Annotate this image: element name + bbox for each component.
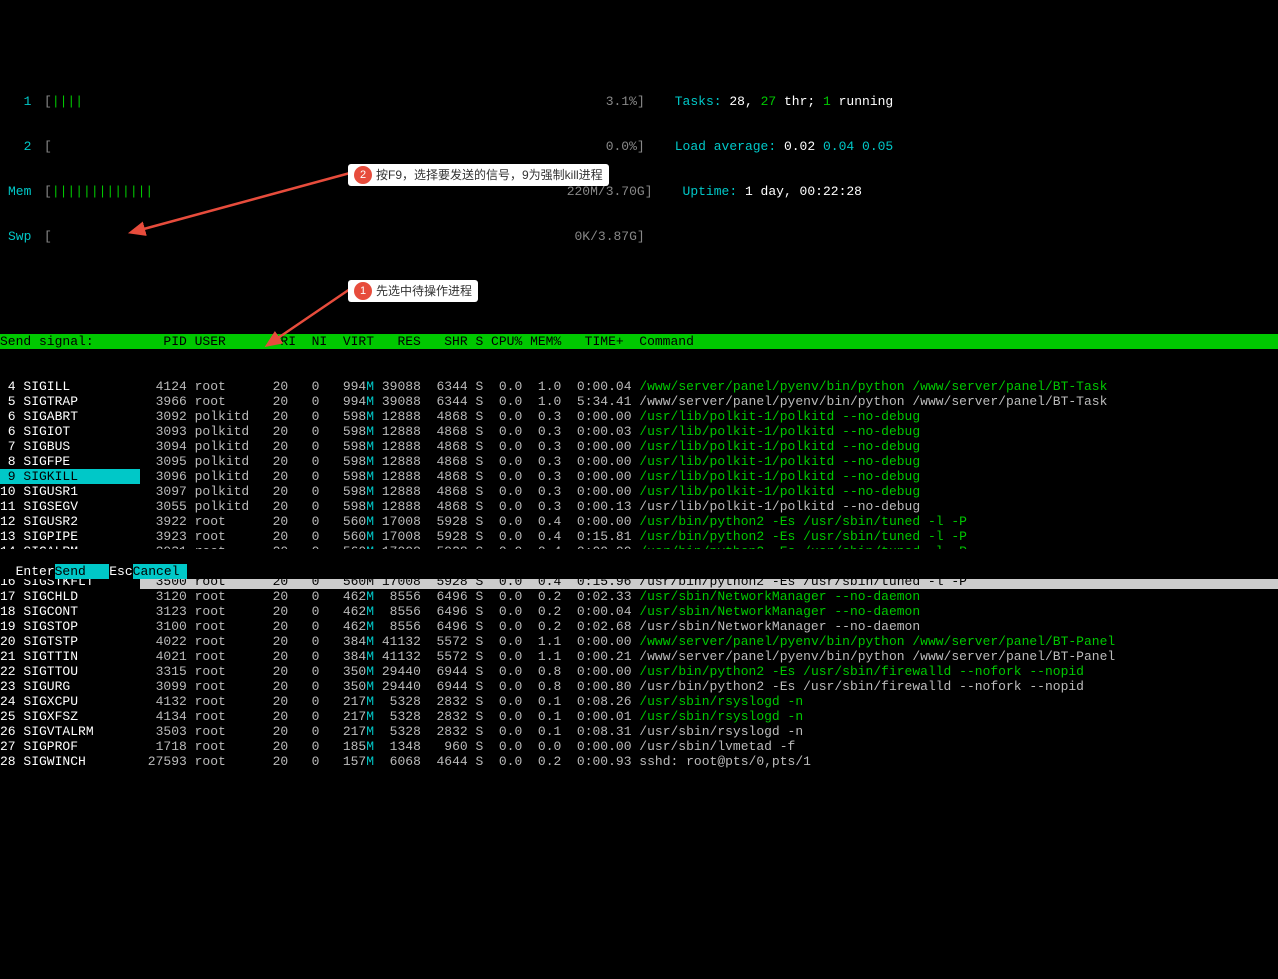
annotation-text: 先选中待操作进程	[376, 284, 472, 299]
process-cells: 3096 polkitd 20 0 598M 12888 4868 S 0.0 …	[140, 469, 1278, 484]
table-row[interactable]: 9 SIGKILL 3096 polkitd 20 0 598M 12888 4…	[0, 469, 1278, 484]
mem-label: Mem	[0, 184, 44, 199]
process-cells: 3095 polkitd 20 0 598M 12888 4868 S 0.0 …	[140, 454, 1278, 469]
annotation-2: 2 按F9，选择要发送的信号，9为强制kill进程	[348, 164, 609, 186]
process-cells: 3097 polkitd 20 0 598M 12888 4868 S 0.0 …	[140, 484, 1278, 499]
table-row[interactable]: 21 SIGTTIN 4021 root 20 0 384M 41132 557…	[0, 649, 1278, 664]
table-row[interactable]: 8 SIGFPE 3095 polkitd 20 0 598M 12888 48…	[0, 454, 1278, 469]
annotation-text: 按F9，选择要发送的信号，9为强制kill进程	[376, 168, 603, 183]
process-cells: 3966 root 20 0 994M 39088 6344 S 0.0 1.0…	[140, 394, 1278, 409]
process-cells: 4022 root 20 0 384M 41132 5572 S 0.0 1.1…	[140, 634, 1278, 649]
process-cells: 3503 root 20 0 217M 5328 2832 S 0.0 0.1 …	[140, 724, 1278, 739]
process-cells: 3923 root 20 0 560M 17008 5928 S 0.0 0.4…	[140, 529, 1278, 544]
process-cells: 3094 polkitd 20 0 598M 12888 4868 S 0.0 …	[140, 439, 1278, 454]
process-header: PID USER PRI NI VIRT RES SHR S CPU% MEM%…	[140, 334, 1278, 349]
annotation-1: 1 先选中待操作进程	[348, 280, 478, 302]
table-row[interactable]: 6 SIGIOT 3093 polkitd 20 0 598M 12888 48…	[0, 424, 1278, 439]
esc-key[interactable]: Esc	[109, 564, 132, 579]
process-cells: 3099 root 20 0 350M 29440 6944 S 0.0 0.8…	[140, 679, 1278, 694]
annotation-badge-icon: 1	[354, 282, 372, 300]
signal-item[interactable]: 20 SIGTSTP	[0, 634, 140, 649]
signal-item[interactable]: 22 SIGTTOU	[0, 664, 140, 679]
table-row[interactable]: 11 SIGSEGV 3055 polkitd 20 0 598M 12888 …	[0, 499, 1278, 514]
table-row[interactable]: 13 SIGPIPE 3923 root 20 0 560M 17008 592…	[0, 529, 1278, 544]
signal-item[interactable]: 12 SIGUSR2	[0, 514, 140, 529]
table-row[interactable]: 19 SIGSTOP 3100 root 20 0 462M 8556 6496…	[0, 619, 1278, 634]
process-cells: 4124 root 20 0 994M 39088 6344 S 0.0 1.0…	[140, 379, 1278, 394]
signal-item[interactable]: 21 SIGTTIN	[0, 649, 140, 664]
signal-header: Send signal:	[0, 334, 140, 349]
cpu1-label: 1	[0, 94, 44, 109]
send-action[interactable]: Send	[55, 564, 110, 579]
footer-bar: EnterSend EscCancel	[0, 549, 1278, 579]
process-cells: 3093 polkitd 20 0 598M 12888 4868 S 0.0 …	[140, 424, 1278, 439]
table-row[interactable]: 22 SIGTTOU 3315 root 20 0 350M 29440 694…	[0, 664, 1278, 679]
signal-item[interactable]: 11 SIGSEGV	[0, 499, 140, 514]
signal-item[interactable]: 26 SIGVTALRM	[0, 724, 140, 739]
table-row[interactable]: 18 SIGCONT 3123 root 20 0 462M 8556 6496…	[0, 604, 1278, 619]
signal-item[interactable]: 6 SIGIOT	[0, 424, 140, 439]
table-row[interactable]: 26 SIGVTALRM 3503 root 20 0 217M 5328 28…	[0, 724, 1278, 739]
signal-item[interactable]: 5 SIGTRAP	[0, 394, 140, 409]
signal-item[interactable]: 23 SIGURG	[0, 679, 140, 694]
process-cells: 3120 root 20 0 462M 8556 6496 S 0.0 0.2 …	[140, 589, 1278, 604]
signal-item[interactable]: 17 SIGCHLD	[0, 589, 140, 604]
signal-item[interactable]: 10 SIGUSR1	[0, 484, 140, 499]
summary-panel: 1[|||| 3.1%]Tasks: 28, 27 thr; 1 running…	[0, 60, 1278, 259]
process-cells: 4134 root 20 0 217M 5328 2832 S 0.0 0.1 …	[140, 709, 1278, 724]
process-cells: 3100 root 20 0 462M 8556 6496 S 0.0 0.2 …	[140, 619, 1278, 634]
signal-item[interactable]: 8 SIGFPE	[0, 454, 140, 469]
table-header: Send signal: PID USER PRI NI VIRT RES SH…	[0, 334, 1278, 349]
process-cells: 4021 root 20 0 384M 41132 5572 S 0.0 1.1…	[140, 649, 1278, 664]
signal-item[interactable]: 19 SIGSTOP	[0, 619, 140, 634]
table-row[interactable]: 25 SIGXFSZ 4134 root 20 0 217M 5328 2832…	[0, 709, 1278, 724]
signal-item[interactable]: 4 SIGILL	[0, 379, 140, 394]
table-row[interactable]: 6 SIGABRT 3092 polkitd 20 0 598M 12888 4…	[0, 409, 1278, 424]
load-line: Load average: 0.02 0.04 0.05	[675, 139, 894, 154]
signal-item[interactable]: 25 SIGXFSZ	[0, 709, 140, 724]
signal-item[interactable]: 28 SIGWINCH	[0, 754, 140, 769]
table-row[interactable]: 12 SIGUSR2 3922 root 20 0 560M 17008 592…	[0, 514, 1278, 529]
process-cells: 3922 root 20 0 560M 17008 5928 S 0.0 0.4…	[140, 514, 1278, 529]
table-row[interactable]: 23 SIGURG 3099 root 20 0 350M 29440 6944…	[0, 679, 1278, 694]
cpu2-label: 2	[0, 139, 44, 154]
cancel-action[interactable]: Cancel	[133, 564, 188, 579]
signal-item[interactable]: 27 SIGPROF	[0, 739, 140, 754]
process-cells: 4132 root 20 0 217M 5328 2832 S 0.0 0.1 …	[140, 694, 1278, 709]
table-row[interactable]: 10 SIGUSR1 3097 polkitd 20 0 598M 12888 …	[0, 484, 1278, 499]
table-row[interactable]: 17 SIGCHLD 3120 root 20 0 462M 8556 6496…	[0, 589, 1278, 604]
signal-item[interactable]: 9 SIGKILL	[0, 469, 140, 484]
signal-item[interactable]: 24 SIGXCPU	[0, 694, 140, 709]
table-row[interactable]: 4 SIGILL 4124 root 20 0 994M 39088 6344 …	[0, 379, 1278, 394]
annotation-badge-icon: 2	[354, 166, 372, 184]
process-cells: 3092 polkitd 20 0 598M 12888 4868 S 0.0 …	[140, 409, 1278, 424]
process-cells: 3055 polkitd 20 0 598M 12888 4868 S 0.0 …	[140, 499, 1278, 514]
table-row[interactable]: 5 SIGTRAP 3966 root 20 0 994M 39088 6344…	[0, 394, 1278, 409]
process-cells: 3123 root 20 0 462M 8556 6496 S 0.0 0.2 …	[140, 604, 1278, 619]
signal-item[interactable]: 13 SIGPIPE	[0, 529, 140, 544]
table-row[interactable]: 28 SIGWINCH 27593 root 20 0 157M 6068 46…	[0, 754, 1278, 769]
process-cells: 27593 root 20 0 157M 6068 4644 S 0.0 0.2…	[140, 754, 1278, 769]
table-row[interactable]: 27 SIGPROF 1718 root 20 0 185M 1348 960 …	[0, 739, 1278, 754]
process-cells: 3315 root 20 0 350M 29440 6944 S 0.0 0.8…	[140, 664, 1278, 679]
tasks-line: Tasks: 28, 27 thr; 1 running	[675, 94, 893, 109]
table-row[interactable]: 20 SIGTSTP 4022 root 20 0 384M 41132 557…	[0, 634, 1278, 649]
table-row[interactable]: 7 SIGBUS 3094 polkitd 20 0 598M 12888 48…	[0, 439, 1278, 454]
enter-key[interactable]: Enter	[16, 564, 55, 579]
uptime-line: Uptime: 1 day, 00:22:28	[683, 184, 862, 199]
signal-item[interactable]: 6 SIGABRT	[0, 409, 140, 424]
process-cells: 1718 root 20 0 185M 1348 960 S 0.0 0.0 0…	[140, 739, 1278, 754]
signal-item[interactable]: 7 SIGBUS	[0, 439, 140, 454]
table-row[interactable]: 24 SIGXCPU 4132 root 20 0 217M 5328 2832…	[0, 694, 1278, 709]
swp-label: Swp	[0, 229, 44, 244]
signal-item[interactable]: 18 SIGCONT	[0, 604, 140, 619]
